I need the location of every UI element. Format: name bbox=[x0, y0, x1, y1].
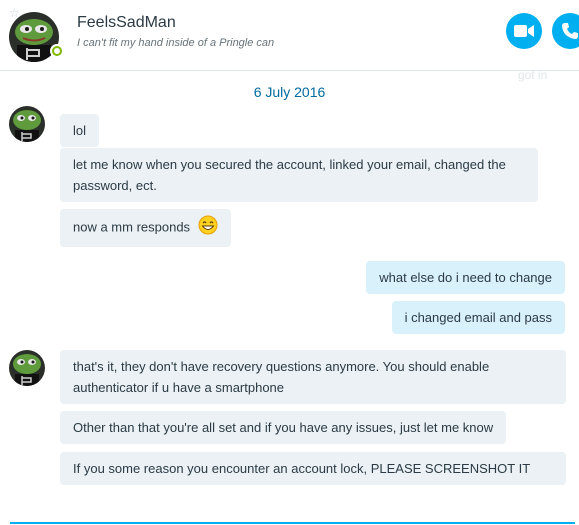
presence-status-icon bbox=[50, 44, 64, 58]
message-bubble-outgoing[interactable]: i changed email and pass bbox=[391, 301, 565, 334]
message-text: now a mm responds bbox=[73, 219, 191, 235]
contact-name[interactable]: FeelsSadMan bbox=[77, 14, 176, 32]
message-bubble[interactable]: now a mm responds bbox=[60, 209, 231, 247]
video-camera-icon bbox=[514, 25, 534, 37]
message-bubble[interactable]: that's it, they don't have recovery ques… bbox=[60, 350, 566, 404]
sender-avatar[interactable] bbox=[9, 350, 45, 386]
message-bubble-outgoing[interactable]: what else do i need to change bbox=[366, 261, 565, 294]
phone-icon bbox=[562, 23, 578, 39]
message-bubble[interactable]: let me know when you secured the account… bbox=[60, 148, 538, 202]
message-text: let me know when you secured the account… bbox=[73, 157, 506, 193]
faded-message-preview: got in bbox=[518, 68, 548, 82]
date-separator: 6 July 2016 bbox=[253, 84, 326, 100]
message-text: Other than that you're all set and if yo… bbox=[73, 420, 494, 435]
message-text: lol bbox=[73, 123, 87, 138]
audio-call-button[interactable] bbox=[552, 13, 579, 49]
message-bubble[interactable]: Other than that you're all set and if yo… bbox=[60, 411, 507, 444]
laughing-emoticon-icon bbox=[198, 215, 218, 241]
composer-divider bbox=[10, 522, 575, 524]
video-call-button[interactable] bbox=[506, 13, 542, 49]
sender-avatar[interactable] bbox=[9, 106, 45, 142]
message-text: what else do i need to change bbox=[379, 270, 552, 285]
message-text: i changed email and pass bbox=[404, 310, 552, 325]
contact-mood-message: I can't fit my hand inside of a Pringle … bbox=[77, 37, 275, 49]
message-text: If you some reason you encounter an acco… bbox=[73, 461, 531, 476]
message-bubble[interactable]: If you some reason you encounter an acco… bbox=[60, 452, 566, 485]
message-bubble[interactable]: lol bbox=[60, 114, 100, 147]
conversation-header: ☆ FeelsSadMan I can't fit my hand inside… bbox=[0, 0, 579, 71]
message-text: that's it, they don't have recovery ques… bbox=[73, 359, 490, 395]
